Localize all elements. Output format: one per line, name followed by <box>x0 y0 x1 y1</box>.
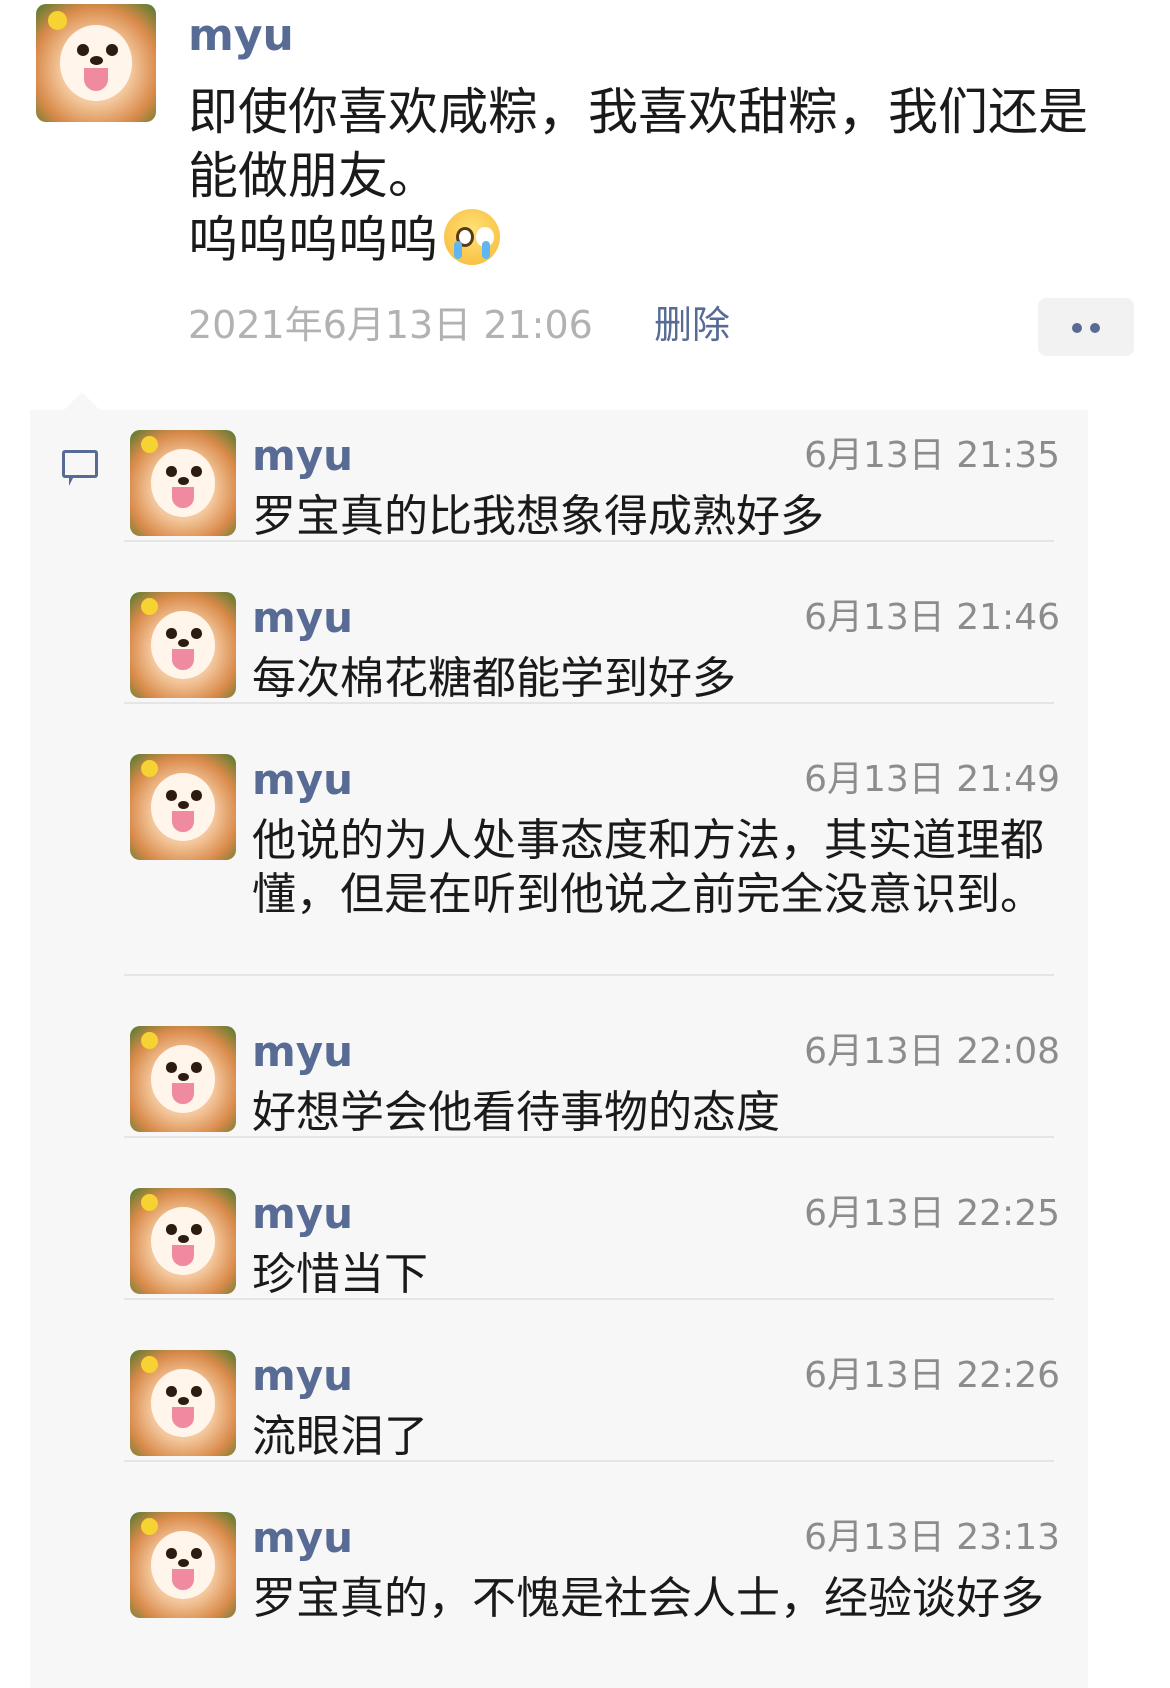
comment-text: 罗宝真的，不愧是社会人士，经验谈好多 <box>252 1573 1044 1624</box>
comment-timestamp: 6月13日 23:13 <box>804 1517 1060 1558</box>
comment-avatar[interactable] <box>130 754 236 860</box>
comment-author-name[interactable]: myu <box>252 428 353 484</box>
comment-item[interactable]: myu 6月13日 22:25 珍惜当下 <box>126 1186 1060 1300</box>
post-text-line-2: 能做朋友。 <box>188 147 438 205</box>
comment-item[interactable]: myu 6月13日 21:35 罗宝真的比我想象得成熟好多 <box>126 428 1060 542</box>
comment-avatar[interactable] <box>130 1512 236 1618</box>
comment-divider <box>124 702 1054 704</box>
comment-timestamp: 6月13日 21:35 <box>804 435 1060 476</box>
comment-avatar[interactable] <box>130 1350 236 1456</box>
comment-author-name[interactable]: myu <box>252 1510 353 1566</box>
comment-text: 流眼泪了 <box>252 1411 428 1462</box>
comment-author-name[interactable]: myu <box>252 1348 353 1404</box>
post-text: 即使你喜欢咸粽，我喜欢甜粽，我们还是 能做朋友。 呜呜呜呜呜 <box>188 80 1148 272</box>
comment-avatar[interactable] <box>130 1188 236 1294</box>
comment-author-name[interactable]: myu <box>252 590 353 646</box>
comment-divider <box>124 1136 1054 1138</box>
comment-avatar[interactable] <box>130 592 236 698</box>
comment-author-name[interactable]: myu <box>252 1186 353 1242</box>
comment-text: 罗宝真的比我想象得成熟好多 <box>252 491 824 542</box>
comment-timestamp: 6月13日 22:25 <box>804 1193 1060 1234</box>
more-dots-icon[interactable] <box>1038 298 1134 356</box>
post-text-line-1: 即使你喜欢咸粽，我喜欢甜粽，我们还是 <box>188 83 1088 141</box>
comment-timestamp: 6月13日 21:49 <box>804 759 1060 800</box>
post-text-line-3: 呜呜呜呜呜 <box>188 211 438 269</box>
comment-text: 他说的为人处事态度和方法，其实道理都懂，但是在听到他说之前完全没意识到。 <box>252 815 1044 920</box>
comment-author-name[interactable]: myu <box>252 752 353 808</box>
comment-author-name[interactable]: myu <box>252 1024 353 1080</box>
post-avatar[interactable] <box>36 4 156 122</box>
comments-pointer <box>64 392 100 410</box>
delete-button[interactable]: 删除 <box>654 298 730 352</box>
comment-divider <box>124 1460 1054 1462</box>
comment-item[interactable]: myu 6月13日 22:08 好想学会他看待事物的态度 <box>126 1024 1060 1138</box>
comment-bubble-icon <box>62 450 98 486</box>
comment-avatar[interactable] <box>130 430 236 536</box>
comment-text: 好想学会他看待事物的态度 <box>252 1087 780 1138</box>
comment-timestamp: 6月13日 22:08 <box>804 1031 1060 1072</box>
comment-item[interactable]: myu 6月13日 22:26 流眼泪了 <box>126 1348 1060 1462</box>
comment-item[interactable]: myu 6月13日 23:13 罗宝真的，不愧是社会人士，经验谈好多 <box>126 1510 1060 1680</box>
comment-text: 珍惜当下 <box>252 1249 428 1300</box>
post-timestamp: 2021年6月13日 21:06 <box>188 303 593 347</box>
comment-item[interactable]: myu 6月13日 21:46 每次棉花糖都能学到好多 <box>126 590 1060 704</box>
comment-divider <box>124 974 1054 976</box>
comment-divider <box>124 540 1054 542</box>
comment-timestamp: 6月13日 21:46 <box>804 597 1060 638</box>
comment-timestamp: 6月13日 22:26 <box>804 1355 1060 1396</box>
crying-face-emoji-icon <box>444 209 500 265</box>
post-author-name[interactable]: myu <box>188 6 294 66</box>
comment-text: 每次棉花糖都能学到好多 <box>252 653 736 704</box>
comment-avatar[interactable] <box>130 1026 236 1132</box>
comment-item[interactable]: myu 6月13日 21:49 他说的为人处事态度和方法，其实道理都懂，但是在听到他… <box>126 752 1060 972</box>
comment-divider <box>124 1298 1054 1300</box>
